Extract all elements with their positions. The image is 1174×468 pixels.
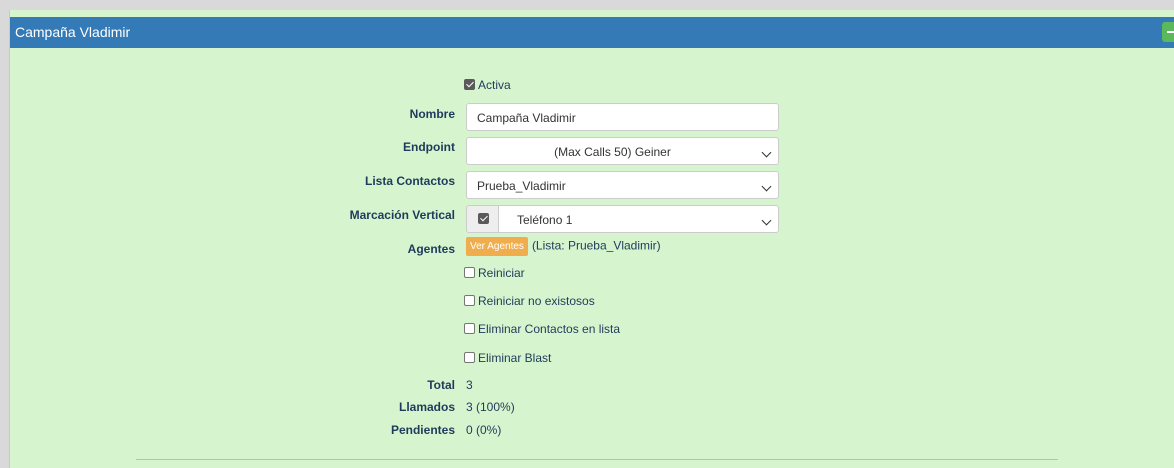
activa-checkbox-row[interactable]: Activa xyxy=(464,78,511,92)
agentes-info: (Lista: Prueba_Vladimir) xyxy=(531,238,661,253)
reiniciar-no-exitosos-label: Reiniciar no existosos xyxy=(478,294,595,308)
pendientes-value: 0 (0%) xyxy=(466,423,502,437)
pendientes-label: Pendientes xyxy=(390,423,455,437)
total-value: 3 xyxy=(466,378,473,392)
marcacion-vertical-select[interactable]: Teléfono 1 xyxy=(498,205,779,233)
panel-header: Campaña Vladimir xyxy=(10,17,1174,48)
chevron-down-icon xyxy=(761,147,772,158)
lista-contactos-select[interactable]: Prueba_Vladimir xyxy=(466,171,779,199)
eliminar-contactos-checkbox-row[interactable]: Eliminar Contactos en lista xyxy=(464,322,620,336)
agentes-row: Ver Agentes (Lista: Prueba_Vladimir) xyxy=(466,237,661,256)
reiniciar-checkbox-row[interactable]: Reiniciar xyxy=(464,266,525,280)
lista-contactos-value: Prueba_Vladimir xyxy=(477,179,566,193)
activa-checkbox[interactable] xyxy=(464,79,475,90)
endpoint-label: Endpoint xyxy=(403,140,455,154)
nombre-input[interactable]: Campaña Vladimir xyxy=(466,103,779,131)
llamados-label: Llamados xyxy=(398,400,455,414)
llamados-value: 3 (100%) xyxy=(466,400,515,414)
panel-title: Campaña Vladimir xyxy=(15,24,131,40)
eliminar-blast-checkbox[interactable] xyxy=(464,352,475,363)
reiniciar-no-exitosos-checkbox-row[interactable]: Reiniciar no existosos xyxy=(464,294,595,308)
campaign-panel: Campaña Vladimir Activa Nombre Campaña V… xyxy=(9,10,1174,468)
endpoint-value: (Max Calls 50) Geiner xyxy=(554,145,671,159)
ver-agentes-button[interactable]: Ver Agentes xyxy=(466,237,528,256)
agentes-label: Agentes xyxy=(407,242,455,256)
marcacion-vertical-addon xyxy=(466,205,499,233)
eliminar-blast-label: Eliminar Blast xyxy=(478,351,552,365)
reiniciar-label: Reiniciar xyxy=(478,266,525,280)
activa-label: Activa xyxy=(478,78,511,92)
chevron-down-icon xyxy=(761,215,772,226)
reiniciar-no-exitosos-checkbox[interactable] xyxy=(464,295,475,306)
endpoint-select[interactable]: (Max Calls 50) Geiner xyxy=(466,137,779,165)
nombre-value: Campaña Vladimir xyxy=(477,111,576,125)
eliminar-blast-checkbox-row[interactable]: Eliminar Blast xyxy=(464,351,551,365)
chevron-down-icon xyxy=(761,181,772,192)
collapse-button[interactable] xyxy=(1162,22,1174,42)
marcacion-vertical-label: Marcación Vertical xyxy=(349,208,455,222)
eliminar-contactos-label: Eliminar Contactos en lista xyxy=(478,322,621,336)
nombre-label: Nombre xyxy=(409,107,455,121)
reiniciar-checkbox[interactable] xyxy=(464,267,475,278)
marcacion-vertical-checkbox[interactable] xyxy=(478,213,489,224)
total-label: Total xyxy=(427,378,455,392)
lista-contactos-label: Lista Contactos xyxy=(364,174,455,188)
marcacion-vertical-value: Teléfono 1 xyxy=(517,213,573,227)
eliminar-contactos-checkbox[interactable] xyxy=(464,323,475,334)
divider xyxy=(136,459,1058,460)
